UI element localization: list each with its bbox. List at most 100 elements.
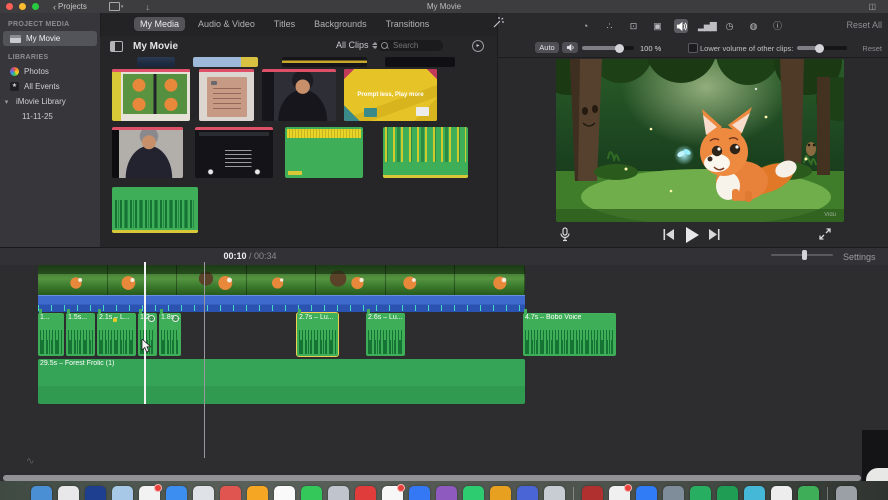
- tab-audio-video[interactable]: Audio & Video: [192, 17, 261, 31]
- dock-app-icon[interactable]: [166, 486, 187, 500]
- skip-back-icon[interactable]: [663, 229, 674, 240]
- dock-app-icon[interactable]: [636, 486, 657, 500]
- sidebar-item-photos[interactable]: Photos: [0, 64, 100, 79]
- timeline-clip-1-8s[interactable]: 1.8s...: [159, 309, 181, 356]
- sidebar-item-all-events[interactable]: ★ All Events: [0, 79, 100, 94]
- media-thumb-fox-grid[interactable]: [112, 69, 190, 121]
- tab-my-media[interactable]: My Media: [134, 17, 186, 31]
- clip-volume-slider[interactable]: [582, 43, 634, 53]
- media-thumb-audio-wave[interactable]: [112, 187, 198, 233]
- dock-app-icon[interactable]: [744, 486, 765, 500]
- timeline-clip-2-6s-lu[interactable]: 2.6s – Lu...: [366, 309, 405, 356]
- media-thumb-doc[interactable]: [199, 69, 254, 121]
- sidebar-item-my-movie[interactable]: My Movie: [3, 31, 97, 46]
- media-thumb-webcam[interactable]: [112, 127, 183, 178]
- timeline-clip-2-1s-l[interactable]: 2.1s – L...: [97, 309, 136, 356]
- dock-app-icon[interactable]: [717, 486, 738, 500]
- chevron-down-icon[interactable]: ▾: [2, 98, 11, 106]
- dock-app-icon[interactable]: [31, 486, 52, 500]
- download-arrow-icon[interactable]: ↓: [145, 2, 150, 12]
- dock-app-icon[interactable]: [355, 486, 376, 500]
- fullscreen-icon[interactable]: [819, 228, 831, 240]
- mute-button[interactable]: [562, 42, 578, 53]
- media-thumb-sliver-blue[interactable]: [137, 57, 175, 67]
- dock-app-icon[interactable]: [544, 486, 565, 500]
- dock-app-icon[interactable]: [409, 486, 430, 500]
- dock-app-icon[interactable]: [58, 486, 79, 500]
- sidebar-item-imovie-library[interactable]: ▾ iMovie Library: [0, 94, 100, 109]
- dock-app-icon[interactable]: [690, 486, 711, 500]
- search-field[interactable]: [377, 40, 443, 51]
- circled-arrow-icon[interactable]: ▸: [472, 40, 484, 52]
- dock-app-icon[interactable]: [663, 486, 684, 500]
- sidebar-item-11-11-25[interactable]: 11-11-25: [0, 109, 100, 124]
- clip-filter-dropdown[interactable]: All Clips: [336, 40, 378, 50]
- timeline-clip-4-7s-bobo-voice[interactable]: 4.7s – Bobo Voice: [523, 309, 616, 356]
- dock-app-icon[interactable]: [220, 486, 241, 500]
- minimize-window-button[interactable]: [19, 3, 26, 10]
- play-button[interactable]: [685, 226, 699, 243]
- fade-handle-icon[interactable]: [148, 315, 155, 322]
- skip-forward-icon[interactable]: [709, 229, 720, 240]
- dock-app-icon[interactable]: [490, 486, 511, 500]
- volume-slider-knob[interactable]: [615, 43, 625, 53]
- dock-app-icon[interactable]: [609, 484, 632, 500]
- zoom-window-button[interactable]: [32, 3, 39, 10]
- tab-titles[interactable]: Titles: [268, 17, 301, 31]
- dock-app-icon[interactable]: [436, 486, 457, 500]
- reset-all-button[interactable]: Reset All: [846, 20, 882, 30]
- enhance-wand-icon[interactable]: [491, 16, 505, 30]
- close-window-button[interactable]: [6, 3, 13, 10]
- dock-app-icon[interactable]: [582, 486, 603, 500]
- dock-app-icon[interactable]: [517, 486, 538, 500]
- lower-volume-slider[interactable]: [797, 43, 847, 53]
- timeline-zoom-slider[interactable]: [771, 250, 833, 260]
- media-thumb-presenter[interactable]: [262, 69, 336, 121]
- tab-backgrounds[interactable]: Backgrounds: [308, 17, 373, 31]
- stabilization-icon[interactable]: ▣: [650, 19, 664, 33]
- dock-app-icon[interactable]: [112, 486, 133, 500]
- timeline-settings-button[interactable]: Settings: [843, 252, 876, 262]
- info-icon[interactable]: ⓘ: [770, 19, 784, 33]
- lower-volume-checkbox[interactable]: [688, 43, 698, 53]
- projects-back-button[interactable]: ‹ Projects: [53, 2, 87, 12]
- color-balance-icon[interactable]: ∴: [602, 19, 616, 33]
- dock-app-icon[interactable]: [463, 486, 484, 500]
- timeline-clip-1-5s[interactable]: 1.5s...: [66, 309, 95, 356]
- dock-app-icon[interactable]: [771, 486, 792, 500]
- video-audio-track[interactable]: [38, 295, 525, 312]
- dock-app-icon[interactable]: [274, 486, 295, 500]
- lower-slider-knob[interactable]: [815, 43, 824, 53]
- video-filmstrip[interactable]: [38, 265, 525, 295]
- search-input[interactable]: [391, 40, 439, 51]
- media-thumb-sliver-sky[interactable]: [193, 57, 258, 67]
- sidebar-toggle-icon[interactable]: [110, 40, 123, 52]
- dock-app-icon[interactable]: [328, 486, 349, 500]
- dock-app-icon[interactable]: [139, 484, 162, 500]
- timeline-clip-1[interactable]: 1...: [38, 309, 64, 356]
- dock-app-icon[interactable]: [836, 486, 857, 500]
- timeline-clip-2-7s-lu[interactable]: 2.7s – Lu...: [296, 309, 339, 357]
- dock-app-icon[interactable]: [85, 486, 106, 500]
- record-voiceover-mic-icon[interactable]: [559, 227, 571, 243]
- playhead[interactable]: [144, 262, 146, 404]
- media-thumb-sliver-dark[interactable]: [282, 57, 367, 67]
- media-thumb-audio-top[interactable]: [285, 127, 363, 178]
- crop-icon[interactable]: ⊡: [626, 19, 640, 33]
- media-thumb-sliver-dim[interactable]: [385, 57, 455, 67]
- noise-reduction-icon[interactable]: ▂▅▇: [698, 19, 717, 33]
- dock-app-icon[interactable]: [798, 486, 819, 500]
- dock-app-icon[interactable]: [301, 486, 322, 500]
- reset-button[interactable]: Reset: [862, 44, 882, 53]
- dock-app-icon[interactable]: [382, 484, 405, 500]
- volume-icon[interactable]: [674, 19, 688, 33]
- audio-waveform-toggle-icon[interactable]: ∿: [26, 456, 34, 467]
- import-media-icon[interactable]: ▾: [108, 2, 123, 11]
- zoom-slider-knob[interactable]: [802, 250, 807, 260]
- media-thumb-audio-spikes[interactable]: [383, 127, 468, 178]
- auto-volume-button[interactable]: Auto: [535, 42, 559, 53]
- tab-transitions[interactable]: Transitions: [380, 17, 436, 31]
- media-thumb-terminal[interactable]: [195, 127, 273, 178]
- speed-icon[interactable]: ◷: [722, 19, 736, 33]
- clip-filter-icon[interactable]: ◍: [746, 19, 760, 33]
